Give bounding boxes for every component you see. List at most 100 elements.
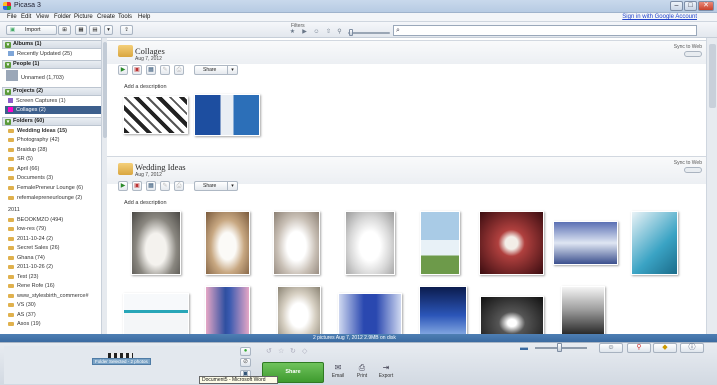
album-title[interactable]: Wedding Ideas <box>135 162 186 172</box>
close-button[interactable]: ✕ <box>698 1 714 11</box>
rotate-left-icon[interactable]: ↺ <box>266 347 272 355</box>
print-icon[interactable]: ⎙ <box>174 181 184 191</box>
menu-folder[interactable]: Folder <box>54 14 71 20</box>
collapse-toggle-icon[interactable]: ▾ <box>5 89 11 95</box>
project-item-selected[interactable]: Collages (2) <box>5 106 102 114</box>
main-scrollbar[interactable] <box>706 38 717 334</box>
minimize-button[interactable]: – <box>670 1 683 11</box>
folder-item[interactable]: 2011-10-24 (2) <box>8 235 102 243</box>
folder-item[interactable]: Rene Rofe (16) <box>8 282 102 290</box>
menu-edit[interactable]: Edit <box>21 14 31 20</box>
email-button[interactable]: ✉ Email <box>328 363 348 383</box>
albums-section-header[interactable]: ▾ Albums (1) <box>2 40 102 49</box>
collapse-toggle-icon[interactable]: ▾ <box>5 62 11 68</box>
folder-item[interactable]: www_stylesbirth_commerce# <box>8 292 102 300</box>
search-box[interactable]: ⌕ <box>393 25 697 36</box>
filter-uploaded-icon[interactable]: ⇧ <box>325 29 332 36</box>
photo-thumbnail[interactable] <box>480 296 544 334</box>
album-item[interactable]: Recently Updated (25) <box>8 50 102 58</box>
play-slideshow-icon[interactable]: ▶ <box>118 65 128 75</box>
folder-item[interactable]: FemalePreneur Lounge (6) <box>8 184 102 192</box>
folder-item[interactable]: Braidup (28) <box>8 146 102 154</box>
play-slideshow-icon[interactable]: ▶ <box>118 181 128 191</box>
collage-icon[interactable]: ▦ <box>146 181 156 191</box>
tag-icon[interactable]: ◇ <box>302 347 307 355</box>
collapse-toggle-icon[interactable]: ▾ <box>5 42 11 48</box>
add-to-album-button[interactable]: ⊞ <box>58 25 71 35</box>
photo-thumbnail[interactable] <box>205 211 250 275</box>
print-button[interactable]: ⎙ Print <box>352 363 372 383</box>
folder-item[interactable]: Wedding Ideas (15) <box>8 127 102 135</box>
sync-toggle[interactable] <box>684 167 702 173</box>
folder-item[interactable]: 2011-10-26 (2) <box>8 263 102 271</box>
filter-people-icon[interactable]: ☺ <box>313 29 320 36</box>
filter-star-icon[interactable]: ★ <box>289 29 296 36</box>
sign-in-link[interactable]: Sign in with Google Account <box>622 14 697 20</box>
album-title[interactable]: Collages <box>135 46 165 56</box>
menu-picture[interactable]: Picture <box>74 14 93 20</box>
folder-item[interactable]: AS (37) <box>8 311 102 319</box>
photo-thumbnail[interactable] <box>631 211 678 275</box>
blog-icon[interactable]: ✎ <box>160 65 170 75</box>
collage-thumbnail[interactable] <box>123 96 188 134</box>
menu-create[interactable]: Create <box>97 14 115 20</box>
sync-toggle[interactable] <box>684 51 702 57</box>
menu-tools[interactable]: Tools <box>118 14 132 20</box>
collage-thumbnail[interactable] <box>194 94 260 136</box>
project-item[interactable]: Screen Captures (1) <box>8 97 102 105</box>
filter-date-slider-thumb[interactable] <box>349 29 353 36</box>
photo-thumbnail[interactable] <box>131 211 181 275</box>
photo-thumbnail[interactable] <box>345 211 395 275</box>
photo-thumbnail[interactable] <box>419 286 467 334</box>
photo-thumbnail[interactable] <box>273 211 320 275</box>
photo-thumbnail[interactable] <box>123 293 189 334</box>
folder-item[interactable]: SR (5) <box>8 155 102 163</box>
clear-icon[interactable]: ⊘ <box>240 358 251 367</box>
info-panel-icon[interactable]: ⓘ <box>680 343 704 353</box>
folder-item[interactable]: Photography (42) <box>8 136 102 144</box>
collage-icon[interactable]: ▦ <box>146 65 156 75</box>
photo-thumbnail[interactable] <box>561 286 605 334</box>
star-icon[interactable]: ☆ <box>278 347 284 355</box>
folder-item[interactable]: Documents (3) <box>8 174 102 182</box>
tags-panel-icon[interactable]: ◆ <box>653 343 677 353</box>
import-button[interactable]: ▣ Import <box>6 25 57 35</box>
people-section-header[interactable]: ▾ People (1) <box>2 60 102 69</box>
rotate-right-icon[interactable]: ↻ <box>290 347 296 355</box>
export-button[interactable]: ⇥ Export <box>376 363 396 383</box>
menu-view[interactable]: View <box>36 14 49 20</box>
view-mode-list-button[interactable]: ▤ <box>89 25 101 35</box>
photo-thumbnail[interactable] <box>420 211 460 275</box>
folder-item[interactable]: April (66) <box>8 165 102 173</box>
photo-thumbnail[interactable] <box>277 286 321 334</box>
folder-item[interactable]: Secret Sales (26) <box>8 244 102 252</box>
view-dropdown-button[interactable]: ▾ <box>104 25 113 35</box>
album-description[interactable]: Add a description <box>124 84 167 90</box>
folder-item[interactable]: BEOOKMZO (494) <box>8 216 102 224</box>
photo-thumbnail[interactable] <box>338 293 402 334</box>
photo-thumbnail[interactable] <box>205 286 250 334</box>
folder-item[interactable]: Ghana (74) <box>8 254 102 262</box>
collapse-toggle-icon[interactable]: ▾ <box>5 119 11 125</box>
hold-icon[interactable]: ● <box>240 347 251 356</box>
places-panel-icon[interactable]: ⚲ <box>627 343 651 353</box>
people-item[interactable]: Unnamed (1,703) <box>6 70 100 82</box>
folder-item[interactable]: Test (23) <box>8 273 102 281</box>
folders-section-header[interactable]: ▾ Folders (60) <box>2 117 102 126</box>
filter-geotag-icon[interactable]: ⚲ <box>336 29 343 36</box>
folder-item[interactable]: Asos (19) <box>8 320 102 328</box>
share-dropdown-button[interactable]: Share ▾ <box>194 181 238 191</box>
upload-button[interactable]: ⇪ <box>120 25 133 35</box>
thumbnail-zoom-slider-thumb[interactable] <box>557 343 562 352</box>
album-description[interactable]: Add a description <box>124 200 167 206</box>
share-dropdown-button[interactable]: Share ▾ <box>194 65 238 75</box>
folder-item[interactable]: refemalepreneurlounge (2) <box>8 194 102 202</box>
search-input[interactable] <box>404 26 694 35</box>
blog-icon[interactable]: ✎ <box>160 181 170 191</box>
movie-icon[interactable]: ▣ <box>132 65 142 75</box>
menu-file[interactable]: File <box>7 14 17 20</box>
print-icon[interactable]: ⎙ <box>174 65 184 75</box>
photo-thumbnail[interactable] <box>479 211 544 275</box>
people-panel-icon[interactable]: ☺ <box>599 343 623 353</box>
folder-item[interactable]: low-res (79) <box>8 225 102 233</box>
